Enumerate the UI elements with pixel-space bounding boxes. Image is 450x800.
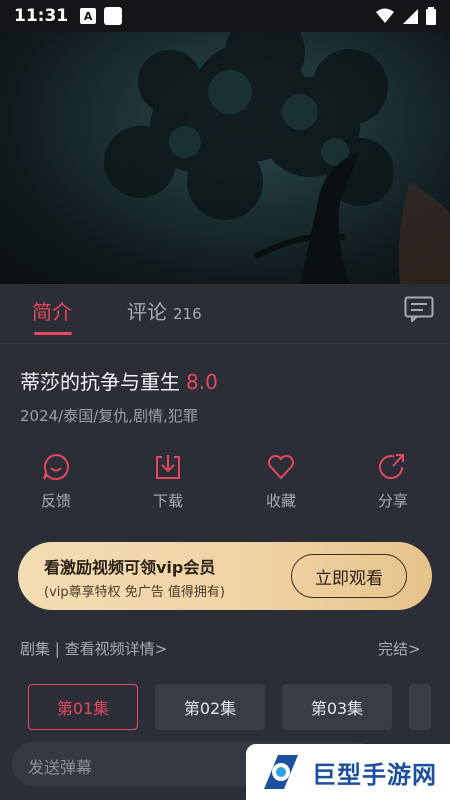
- app-root: 11:31 A 简介 评论 216 蒂莎的抗争与重生 8.0 2024/泰国/复…: [0, 0, 450, 800]
- episode-status-link[interactable]: 完结>: [378, 638, 421, 659]
- feedback-label: 反馈: [40, 492, 71, 510]
- heart-icon: [267, 454, 295, 480]
- video-rating: 8.0: [186, 370, 218, 394]
- vip-subtitle: (vip尊享特权 免广告 值得拥有): [44, 585, 225, 600]
- download-icon: [156, 455, 180, 479]
- battery-icon: [426, 7, 436, 25]
- tab-intro[interactable]: 简介: [32, 296, 72, 325]
- site-watermark: 巨型手游网: [246, 744, 450, 800]
- video-meta: 2024/泰国/复仇,剧情,犯罪: [20, 407, 198, 425]
- comments-count: 216: [173, 305, 202, 323]
- favorite-label: 收藏: [265, 492, 296, 510]
- status-bar: 11:31 A: [0, 0, 450, 32]
- notification-square-icon: [104, 7, 123, 25]
- watermark-logo-icon: [264, 755, 298, 789]
- watch-now-button[interactable]: 立即观看: [291, 554, 407, 598]
- danmaku-placeholder: 发送弹幕: [28, 758, 93, 777]
- episode-item[interactable]: 第02集: [155, 684, 265, 730]
- tab-comments-label: 评论: [127, 300, 167, 324]
- vip-title: 看激励视频可领vip会员: [44, 558, 216, 577]
- wifi-icon: [376, 8, 394, 23]
- feedback-button[interactable]: 反馈: [16, 452, 96, 511]
- tab-bar: 简介 评论 216: [0, 284, 450, 344]
- feedback-icon: [43, 453, 69, 480]
- episode-list: 第01集 第02集 第03集: [28, 684, 450, 730]
- episode-item[interactable]: 第03集: [282, 684, 392, 730]
- video-frame-tree-illustration: [104, 32, 450, 284]
- episode-details-link[interactable]: 剧集 | 查看视频详情>: [20, 638, 167, 659]
- watermark-text: 巨型手游网: [312, 760, 437, 789]
- vip-banner[interactable]: 看激励视频可领vip会员 (vip尊享特权 免广告 值得拥有) 立即观看: [18, 542, 432, 610]
- tab-comments[interactable]: 评论 216: [127, 296, 202, 325]
- notification-a-icon: A: [80, 8, 97, 24]
- download-button[interactable]: 下载: [128, 452, 208, 511]
- video-title-row: 蒂莎的抗争与重生 8.0: [20, 366, 218, 395]
- episode-item[interactable]: 第01集: [28, 684, 138, 730]
- status-time: 11:31: [14, 6, 69, 26]
- status-icons: [376, 7, 436, 25]
- share-button[interactable]: 分享: [353, 452, 433, 511]
- share-icon: [379, 454, 404, 480]
- favorite-button[interactable]: 收藏: [241, 452, 321, 511]
- download-label: 下载: [152, 492, 183, 510]
- danmaku-list-icon[interactable]: [404, 296, 434, 322]
- tab-active-indicator: [34, 332, 72, 335]
- share-label: 分享: [377, 492, 408, 510]
- video-player[interactable]: [0, 32, 450, 284]
- video-title: 蒂莎的抗争与重生: [20, 370, 180, 394]
- action-row: 反馈 下载 收藏 分享: [0, 452, 450, 522]
- signal-icon: [403, 9, 418, 24]
- episode-item-partial[interactable]: [409, 684, 431, 730]
